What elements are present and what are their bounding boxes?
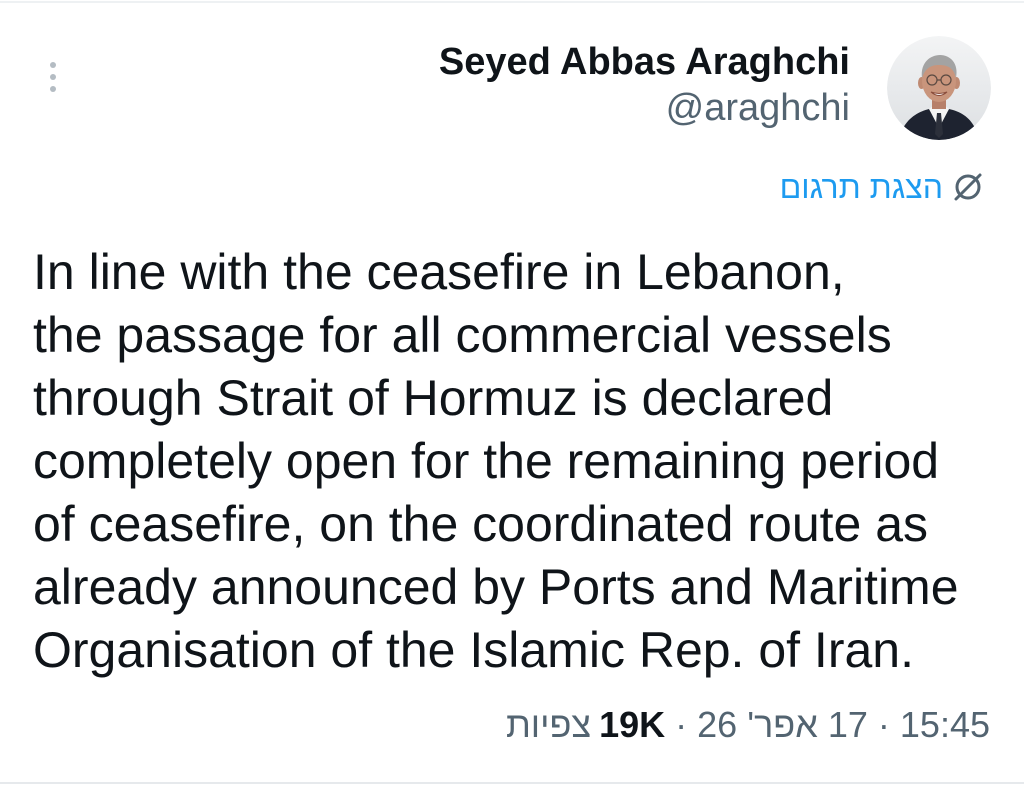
profile-photo (887, 36, 991, 140)
tweet-meta: 15:45 · 17 אפר' 26 · 19K צפיות (506, 703, 990, 747)
views-count: 19K (599, 704, 666, 745)
views-label: צפיות (505, 704, 592, 745)
tweet-text-line: through Strait of Hormuz is declared (33, 370, 834, 426)
bottom-divider (0, 782, 1024, 784)
more-vertical-icon-dot (50, 74, 56, 80)
more-options-button[interactable] (46, 56, 60, 96)
avatar[interactable] (887, 36, 991, 140)
meta-separator: · (877, 704, 890, 745)
tweet-time[interactable]: 15:45 (900, 703, 990, 747)
more-vertical-icon-dot (50, 86, 56, 92)
tweet-text-line: Organisation of the Islamic Rep. of Iran… (33, 622, 914, 678)
show-translation-button[interactable]: הצגת תרגום (780, 167, 985, 207)
tweet-text-line: completely open for the remaining period (33, 433, 940, 489)
show-translation-label: הצגת תרגום (779, 169, 943, 205)
top-divider (0, 1, 1024, 3)
meta-separator: · (675, 704, 688, 745)
tweet-text-line: In line with the ceasefire in Lebanon, (33, 244, 845, 300)
author-display-name[interactable]: Seyed Abbas Araghchi (439, 40, 850, 84)
tweet-text-line: of ceasefire, on the coordinated route a… (33, 496, 929, 552)
more-vertical-icon (50, 62, 56, 68)
tweet-text-line: already announced by Ports and Maritime (33, 559, 959, 615)
translate-icon (954, 173, 982, 201)
author-handle[interactable]: @araghchi (666, 86, 850, 130)
tweet-text: In line with the ceasefire in Lebanon, t… (33, 241, 959, 682)
tweet-text-line: the passage for all commercial vessels (33, 307, 892, 363)
tweet-date[interactable]: 17 אפר' 26 (697, 703, 868, 747)
